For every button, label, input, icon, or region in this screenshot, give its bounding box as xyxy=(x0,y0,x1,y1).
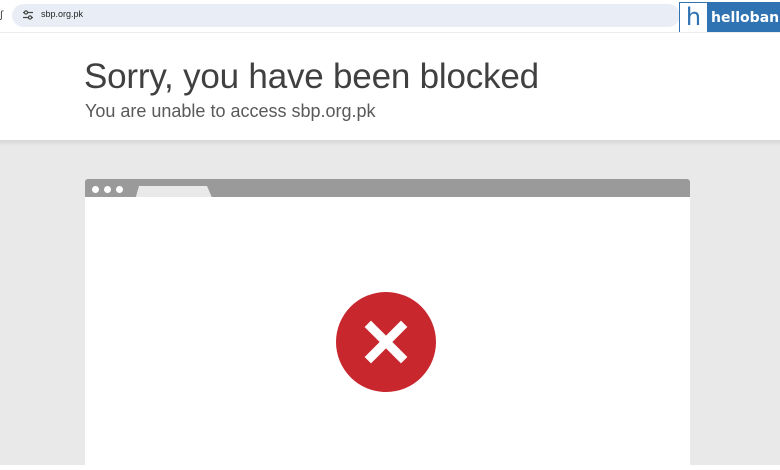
address-bar[interactable]: sbp.org.pk xyxy=(12,4,680,27)
window-dot-icon xyxy=(92,186,99,193)
page-title: Sorry, you have been blocked xyxy=(84,57,539,96)
hellobank-logo: h hellobank xyxy=(679,2,780,34)
x-circle-icon xyxy=(336,292,436,392)
page-bottom xyxy=(0,465,780,470)
url-text[interactable]: sbp.org.pk xyxy=(41,9,83,19)
window-dot-icon xyxy=(116,186,123,193)
content-divider xyxy=(0,140,780,146)
logo-mark: h xyxy=(680,3,707,33)
window-dot-icon xyxy=(104,186,111,193)
reload-icon-fragment[interactable]: ʃ xyxy=(0,10,3,21)
close-icon xyxy=(364,320,408,364)
logo-name: hellobank xyxy=(711,10,779,26)
site-settings-icon[interactable] xyxy=(22,9,34,21)
page-subtitle: You are unable to access sbp.org.pk xyxy=(85,101,376,121)
block-header: Sorry, you have been blocked You are una… xyxy=(0,32,780,140)
browser-toolbar: ʃ sbp.org.pk xyxy=(0,0,780,32)
